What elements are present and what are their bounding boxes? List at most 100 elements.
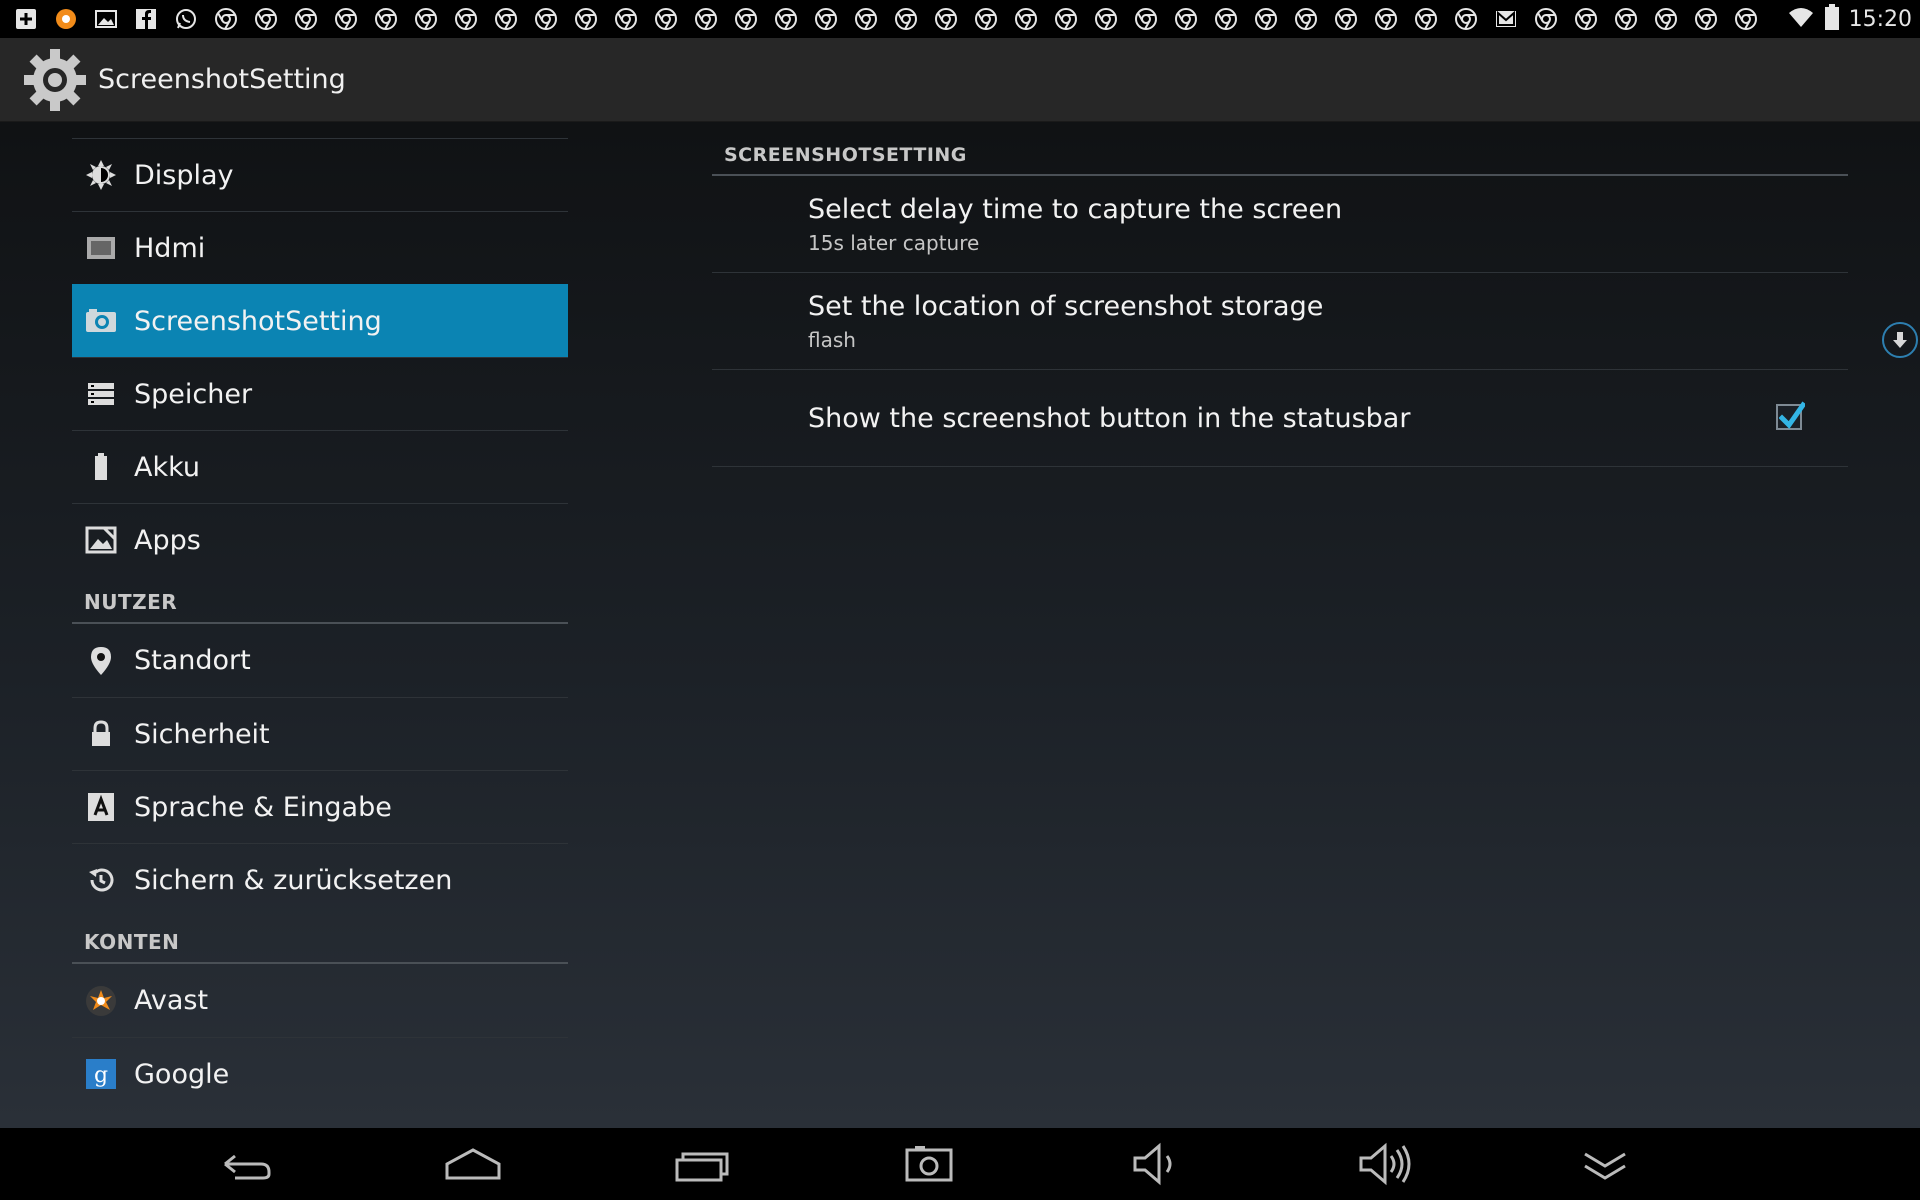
chrome-icon xyxy=(932,5,960,33)
chrome-icon xyxy=(612,5,640,33)
chrome-icon xyxy=(1532,5,1560,33)
chrome-icon xyxy=(572,5,600,33)
brightness-icon xyxy=(84,158,118,192)
sidebar-item-akku[interactable]: Akku xyxy=(72,430,568,503)
chrome-icon xyxy=(852,5,880,33)
sidebar-item-google[interactable]: g Google xyxy=(72,1037,568,1110)
chrome-icon xyxy=(1412,5,1440,33)
battery-icon xyxy=(84,450,118,484)
download-circle-icon[interactable] xyxy=(1882,322,1918,358)
hdmi-icon xyxy=(84,231,118,265)
image-icon xyxy=(92,5,120,33)
sidebar-item-label: Avast xyxy=(134,985,209,1016)
chrome-icon xyxy=(652,5,680,33)
sidebar-item-label: Hdmi xyxy=(134,232,206,264)
pref-storage-location[interactable]: Set the location of screenshot storage f… xyxy=(712,273,1848,370)
chrome-icon xyxy=(1292,5,1320,33)
backup-icon xyxy=(84,863,118,897)
lock-icon xyxy=(84,717,118,751)
gmail-icon xyxy=(1492,5,1520,33)
avast-icon xyxy=(84,984,118,1018)
screenshot-button[interactable] xyxy=(894,1138,964,1190)
home-button[interactable] xyxy=(438,1138,508,1190)
pref-delay-time[interactable]: Select delay time to capture the screen … xyxy=(712,176,1848,273)
chrome-icon xyxy=(1692,5,1720,33)
sidebar-item-apps[interactable]: Apps xyxy=(72,503,568,576)
chrome-icon xyxy=(892,5,920,33)
sidebar-item-screenshotsetting[interactable]: ScreenshotSetting xyxy=(72,284,568,357)
sidebar-item-label: Sichern & zurücksetzen xyxy=(134,864,453,896)
volume-down-button[interactable] xyxy=(1122,1138,1192,1190)
chrome-icon xyxy=(692,5,720,33)
chrome-icon xyxy=(1132,5,1160,33)
battery-icon xyxy=(1824,4,1839,34)
chrome-icon xyxy=(972,5,1000,33)
sidebar-item-label: Display xyxy=(134,159,234,191)
chrome-icon xyxy=(1612,5,1640,33)
pref-statusbar-button[interactable]: Show the screenshot button in the status… xyxy=(712,370,1848,467)
google-icon: g xyxy=(84,1057,118,1091)
avast-icon xyxy=(52,5,80,33)
settings-detail-pane: SCREENSHOTSETTING Select delay time to c… xyxy=(712,122,1848,467)
statusbar-button-checkbox[interactable] xyxy=(1776,401,1805,430)
clock: 15:20 xyxy=(1848,6,1912,32)
sidebar-item-label: Sprache & Eingabe xyxy=(134,791,392,823)
chrome-icon xyxy=(772,5,800,33)
sidebar-item-sichern-zur-cksetzen[interactable]: Sichern & zurücksetzen xyxy=(72,843,568,916)
pref-summary: 15s later capture xyxy=(808,230,980,255)
chrome-icon xyxy=(1572,5,1600,33)
volume-up-button[interactable] xyxy=(1350,1138,1420,1190)
camera-icon xyxy=(84,304,118,338)
chrome-icon xyxy=(732,5,760,33)
checkmark-icon xyxy=(1779,401,1805,429)
content-area: Display Hdmi ScreenshotSetting Speicher Akku… xyxy=(0,122,1920,1128)
collapse-button[interactable] xyxy=(1570,1138,1640,1190)
volume-up-icon xyxy=(1359,1142,1411,1186)
section-header-users: NUTZER xyxy=(72,576,568,624)
sidebar-item-label: ScreenshotSetting xyxy=(134,305,382,337)
wifi-icon xyxy=(1787,5,1815,33)
recents-icon xyxy=(675,1152,729,1182)
pref-summary: flash xyxy=(808,327,856,352)
back-button[interactable] xyxy=(210,1138,280,1190)
pref-title: Set the location of screenshot storage xyxy=(808,290,1324,322)
sidebar-item-speicher[interactable]: Speicher xyxy=(72,357,568,430)
chrome-icon xyxy=(1172,5,1200,33)
settings-gear-icon[interactable] xyxy=(20,45,90,115)
collapse-icon xyxy=(1584,1152,1626,1180)
sidebar-item-label: Speicher xyxy=(134,378,253,410)
language-icon xyxy=(84,790,118,824)
chrome-icon xyxy=(1732,5,1760,33)
settings-sidebar: Display Hdmi ScreenshotSetting Speicher Akku… xyxy=(72,138,568,1110)
pref-title: Show the screenshot button in the status… xyxy=(808,402,1411,434)
pref-title: Select delay time to capture the screen xyxy=(808,193,1343,225)
chrome-icon xyxy=(1372,5,1400,33)
chrome-icon xyxy=(452,5,480,33)
sidebar-item-display[interactable]: Display xyxy=(72,138,568,211)
sidebar-item-sprache-eingabe[interactable]: Sprache & Eingabe xyxy=(72,770,568,843)
sidebar-item-hdmi[interactable]: Hdmi xyxy=(72,211,568,284)
add-box-icon xyxy=(12,5,40,33)
sidebar-item-standort[interactable]: Standort xyxy=(72,624,568,697)
chrome-icon xyxy=(1252,5,1280,33)
section-header-accounts: KONTEN xyxy=(72,916,568,964)
sidebar-item-label: Google xyxy=(134,1058,230,1090)
sidebar-item-avast[interactable]: Avast xyxy=(72,964,568,1037)
chrome-icon xyxy=(1652,5,1680,33)
chrome-icon xyxy=(812,5,840,33)
chrome-icon xyxy=(1012,5,1040,33)
notification-icons xyxy=(12,5,1760,33)
sidebar-item-label: Akku xyxy=(134,451,201,483)
chrome-icon xyxy=(252,5,280,33)
sidebar-item-sicherheit[interactable]: Sicherheit xyxy=(72,697,568,770)
facebook-icon xyxy=(132,5,160,33)
chrome-icon xyxy=(492,5,520,33)
screenshot-icon xyxy=(905,1146,953,1182)
sidebar-item-label: Standort xyxy=(134,645,251,676)
home-icon xyxy=(445,1148,501,1180)
action-bar: ScreenshotSetting xyxy=(0,38,1920,122)
apps-icon xyxy=(84,523,118,557)
chrome-icon xyxy=(372,5,400,33)
recents-button[interactable] xyxy=(668,1138,738,1190)
chrome-icon xyxy=(1452,5,1480,33)
